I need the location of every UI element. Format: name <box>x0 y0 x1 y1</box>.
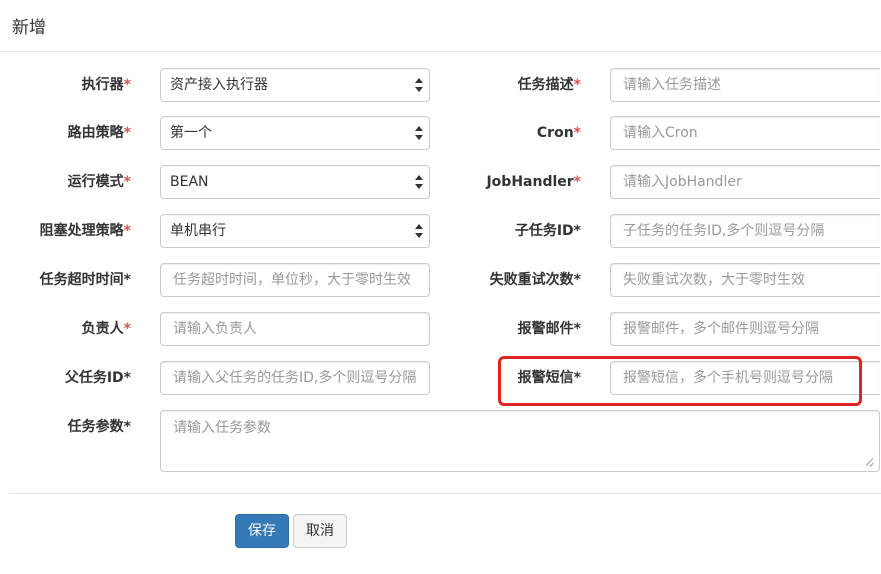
jobhandler-input[interactable] <box>610 165 880 199</box>
author-input[interactable] <box>160 312 430 346</box>
child-job-id-input[interactable] <box>610 214 880 248</box>
executor-label: 执行器* <box>81 77 131 93</box>
route-strategy-select[interactable]: 第一个 <box>160 116 430 150</box>
form-row: 路由策略* 第一个 Cron* <box>0 116 881 150</box>
author-label: 负责人* <box>81 321 131 337</box>
modal-header: 新增 <box>0 0 881 52</box>
run-mode-select[interactable]: BEAN <box>160 165 430 199</box>
block-strategy-label: 阻塞处理策略* <box>39 223 131 239</box>
job-params-textarea[interactable] <box>160 410 880 472</box>
job-params-label: 任务参数* <box>67 419 131 435</box>
cancel-button[interactable]: 取消 <box>293 514 347 548</box>
route-strategy-label: 路由策略* <box>67 125 131 141</box>
form-row: 运行模式* BEAN JobHandler* <box>0 165 881 199</box>
select-arrows-icon <box>415 175 423 189</box>
save-button[interactable]: 保存 <box>235 514 289 548</box>
executor-select[interactable]: 资产接入执行器 <box>160 68 430 102</box>
alarm-sms-label: 报警短信* <box>517 370 581 386</box>
parent-job-id-label: 父任务ID* <box>64 370 131 386</box>
job-desc-input[interactable] <box>610 68 880 102</box>
alarm-email-input[interactable] <box>610 312 880 346</box>
resize-grip-icon[interactable] <box>866 458 875 467</box>
block-strategy-select[interactable]: 单机串行 <box>160 214 430 248</box>
jobhandler-label: JobHandler* <box>486 174 581 190</box>
form-row: 阻塞处理策略* 单机串行 子任务ID* <box>0 214 881 248</box>
retry-count-input[interactable] <box>610 263 880 297</box>
select-arrows-icon <box>415 224 423 238</box>
form-row: 父任务ID* 报警短信* <box>0 361 881 395</box>
child-job-id-label: 子任务ID* <box>514 223 581 239</box>
form-row: 负责人* 报警邮件* <box>0 312 881 346</box>
job-desc-label: 任务描述* <box>517 77 581 93</box>
cron-input[interactable] <box>610 116 880 150</box>
select-arrows-icon <box>415 126 423 140</box>
form-row: 任务超时时间* 失败重试次数* <box>0 263 881 297</box>
modal-title: 新增 <box>12 18 46 38</box>
form-row: 执行器* 资产接入执行器 任务描述* <box>0 68 881 102</box>
alarm-email-label: 报警邮件* <box>517 321 581 337</box>
alarm-sms-input[interactable] <box>610 361 880 395</box>
select-arrows-icon <box>415 78 423 92</box>
cron-label: Cron* <box>536 125 581 141</box>
run-mode-label: 运行模式* <box>67 174 131 190</box>
parent-job-id-input[interactable] <box>160 361 430 395</box>
footer-divider <box>9 493 881 494</box>
timeout-input[interactable] <box>160 263 430 297</box>
timeout-label: 任务超时时间* <box>39 272 131 288</box>
retry-count-label: 失败重试次数* <box>489 272 581 288</box>
